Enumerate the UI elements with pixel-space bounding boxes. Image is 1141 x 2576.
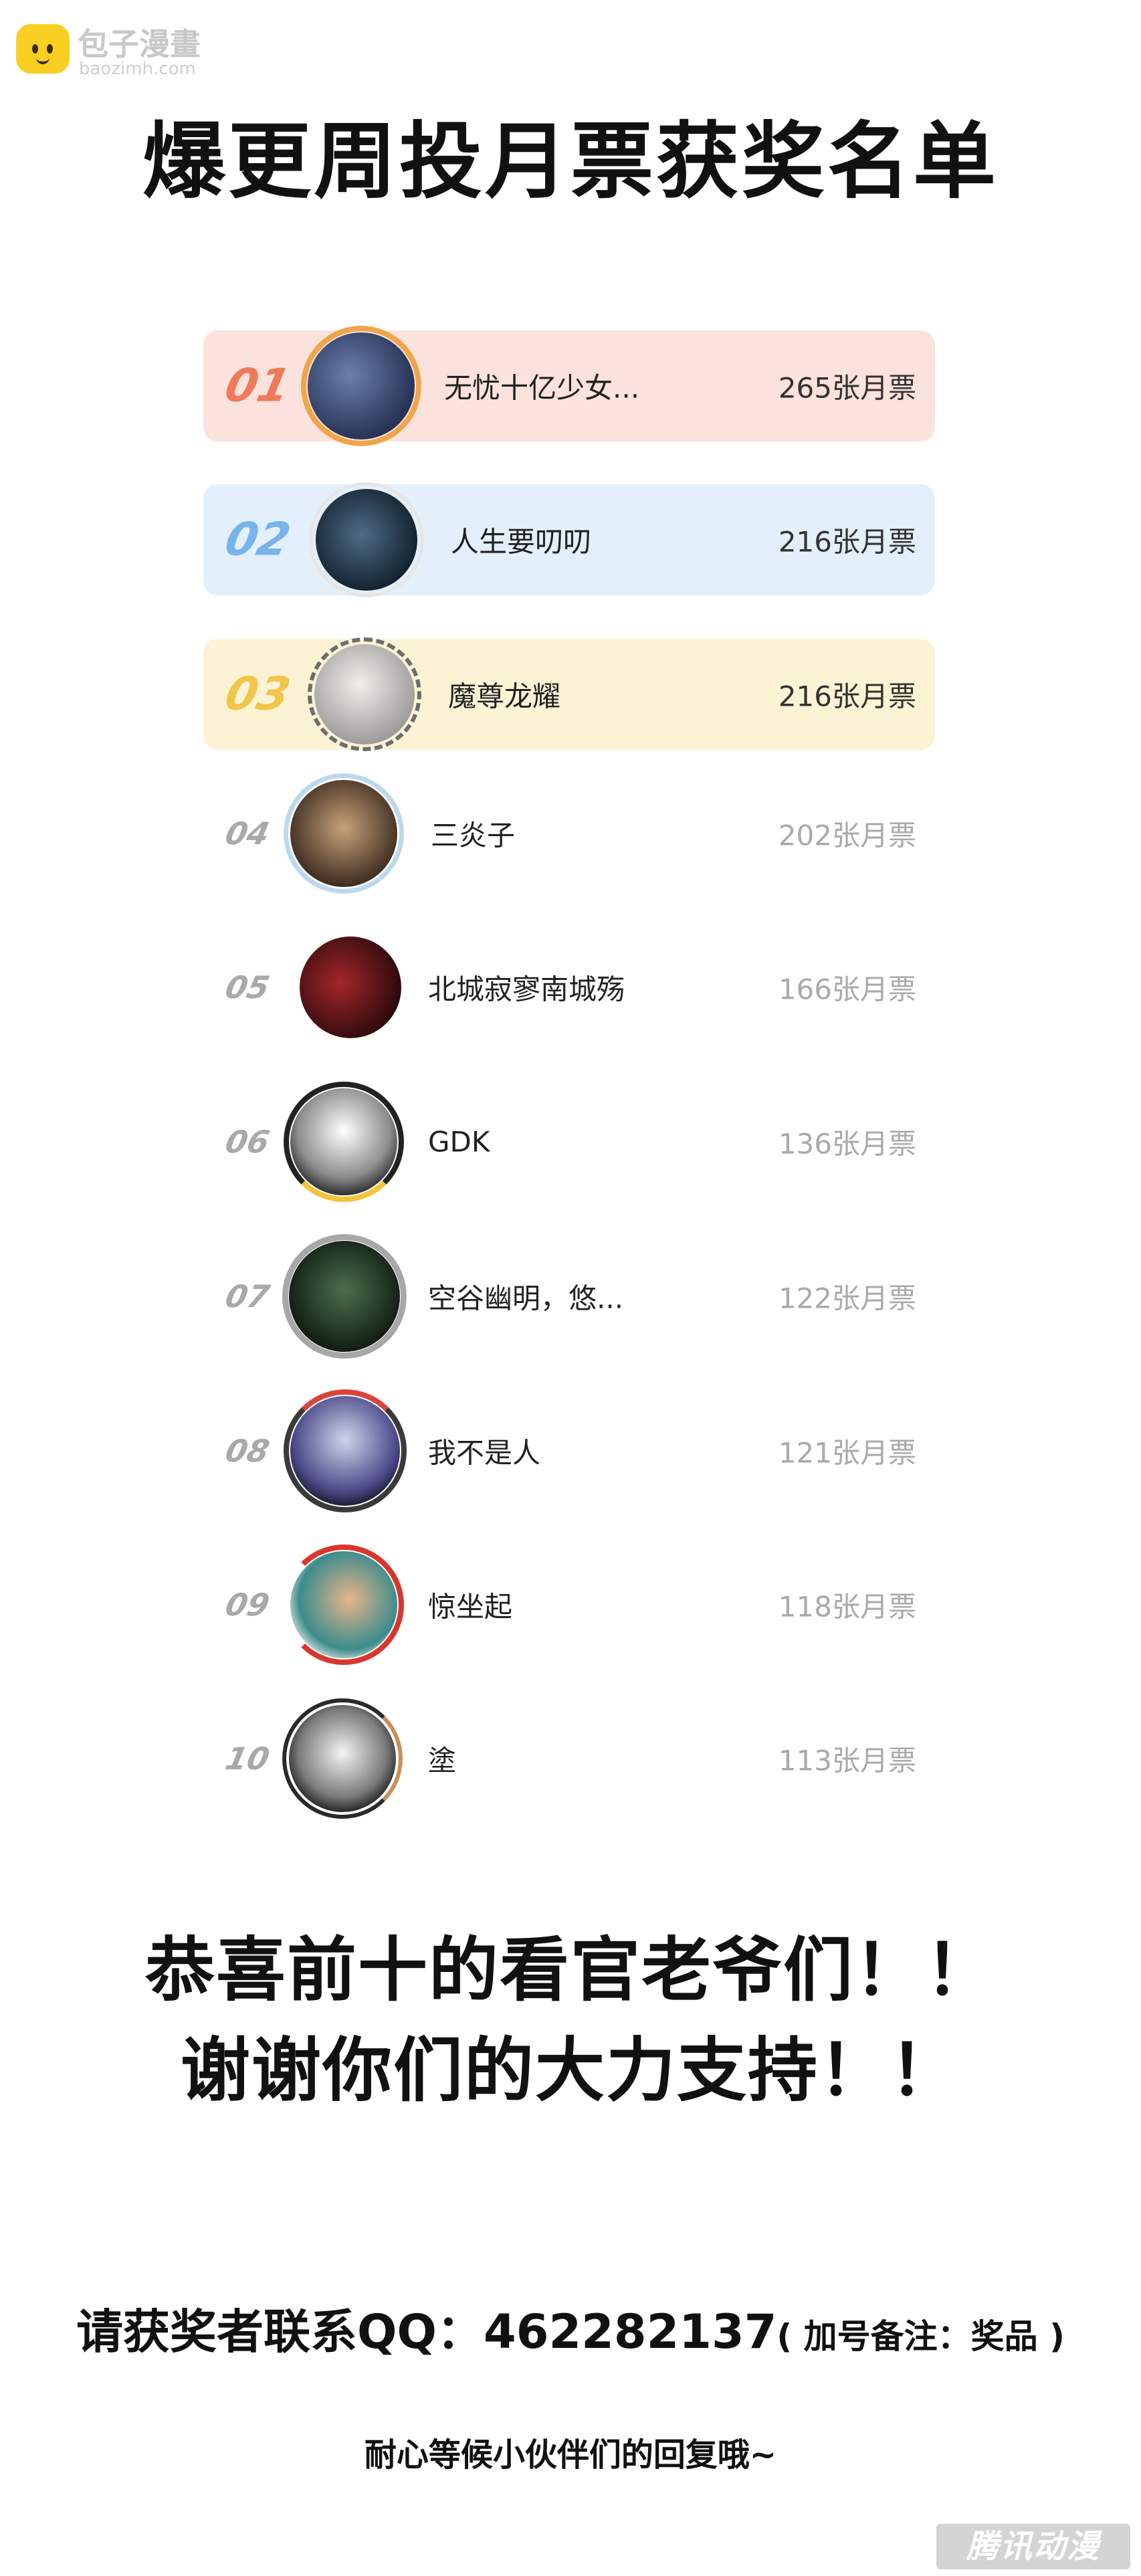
rank-number: 10: [222, 1741, 273, 1777]
vote-count: 113张月票: [778, 1744, 916, 1777]
user-name: 三炎子: [431, 819, 516, 852]
ranking-row: 08 我不是人 121张月票: [203, 1389, 935, 1512]
user-name: 魔尊龙耀: [448, 680, 561, 713]
avatar: [301, 326, 421, 446]
ranking-row: 06 GDK 136张月票: [203, 1082, 935, 1202]
contact-note: ( 加号备注：奖品 ): [776, 2317, 1065, 2356]
avatar: [282, 1698, 403, 1819]
closing-note: 耐心等候小伙伴们的回复哦~: [364, 2436, 777, 2474]
ranking-row: 05 北城寂寥南城殇 166张月票: [203, 932, 935, 1043]
user-name: 北城寂寥南城殇: [428, 973, 625, 1006]
page-title: 爆更周投月票获奖名单: [142, 114, 999, 210]
watermark-title: 包子漫畫: [78, 26, 201, 62]
avatar: [284, 1082, 404, 1202]
vote-count: 202张月票: [778, 819, 916, 852]
tencent-comic-watermark: 腾讯动漫: [936, 2524, 1130, 2569]
rank-number: 01: [220, 359, 296, 413]
ranking-row: 09 惊坐起 118张月票: [203, 1545, 935, 1665]
vote-count: 136张月票: [778, 1127, 916, 1161]
vote-count: 121张月票: [778, 1436, 916, 1470]
baozi-logo-icon: [16, 24, 70, 74]
vote-count: 216张月票: [778, 680, 916, 713]
page: 包子漫畫 baozimh.com 爆更周投月票获奖名单 01 无忧十亿少女...…: [0, 0, 1141, 2576]
user-name: 无忧十亿少女...: [444, 371, 640, 405]
watermark-url: baozimh.com: [79, 59, 196, 79]
contact-qq: 请获奖者联系QQ：462282137: [76, 2304, 777, 2359]
rank-number: 03: [220, 668, 296, 721]
baozi-watermark: 包子漫畫 baozimh.com: [16, 20, 217, 80]
avatar: [284, 1389, 407, 1512]
ranking-row: 03 魔尊龙耀 216张月票: [203, 637, 935, 751]
avatar: [308, 637, 421, 751]
ranking-row: 02 人生要叨叨 216张月票: [203, 482, 935, 597]
vote-count: 166张月票: [778, 973, 916, 1006]
user-name: 空谷幽明，悠...: [428, 1282, 624, 1315]
user-name: 塗: [428, 1744, 457, 1777]
avatar: [282, 1234, 407, 1359]
user-name: 惊坐起: [428, 1590, 513, 1623]
ranking-row: 01 无忧十亿少女... 265张月票: [203, 326, 935, 446]
rank-number: 06: [222, 1124, 273, 1160]
rank-number: 08: [222, 1433, 273, 1469]
avatar: [284, 773, 404, 894]
rank-number: 05: [222, 969, 273, 1005]
congrats-line-2: 谢谢你们的大力支持！！: [180, 2029, 960, 2111]
avatar: [300, 936, 401, 1038]
vote-count: 265张月票: [778, 371, 916, 405]
avatar: [309, 482, 424, 597]
vote-count: 216张月票: [778, 525, 916, 559]
user-name: 我不是人: [428, 1436, 541, 1470]
ranking-row: 10 塗 113张月票: [203, 1698, 935, 1819]
contact-line: 请获奖者联系QQ：462282137( 加号备注：奖品 ): [0, 2294, 1141, 2362]
congrats-line-1: 恭喜前十的看官老爷们！！: [144, 1929, 996, 2011]
rank-number: 09: [222, 1587, 273, 1623]
vote-count: 118张月票: [778, 1590, 916, 1623]
ranking-row: 04 三炎子 202张月票: [203, 773, 935, 894]
avatar: [284, 1545, 404, 1665]
ranking-row: 07 空谷幽明，悠... 122张月票: [203, 1234, 935, 1359]
user-name: GDK: [428, 1125, 490, 1159]
rank-number: 07: [222, 1278, 273, 1314]
vote-count: 122张月票: [778, 1282, 916, 1315]
user-name: 人生要叨叨: [451, 525, 592, 559]
rank-number: 04: [222, 815, 273, 852]
rank-number: 02: [220, 513, 296, 567]
